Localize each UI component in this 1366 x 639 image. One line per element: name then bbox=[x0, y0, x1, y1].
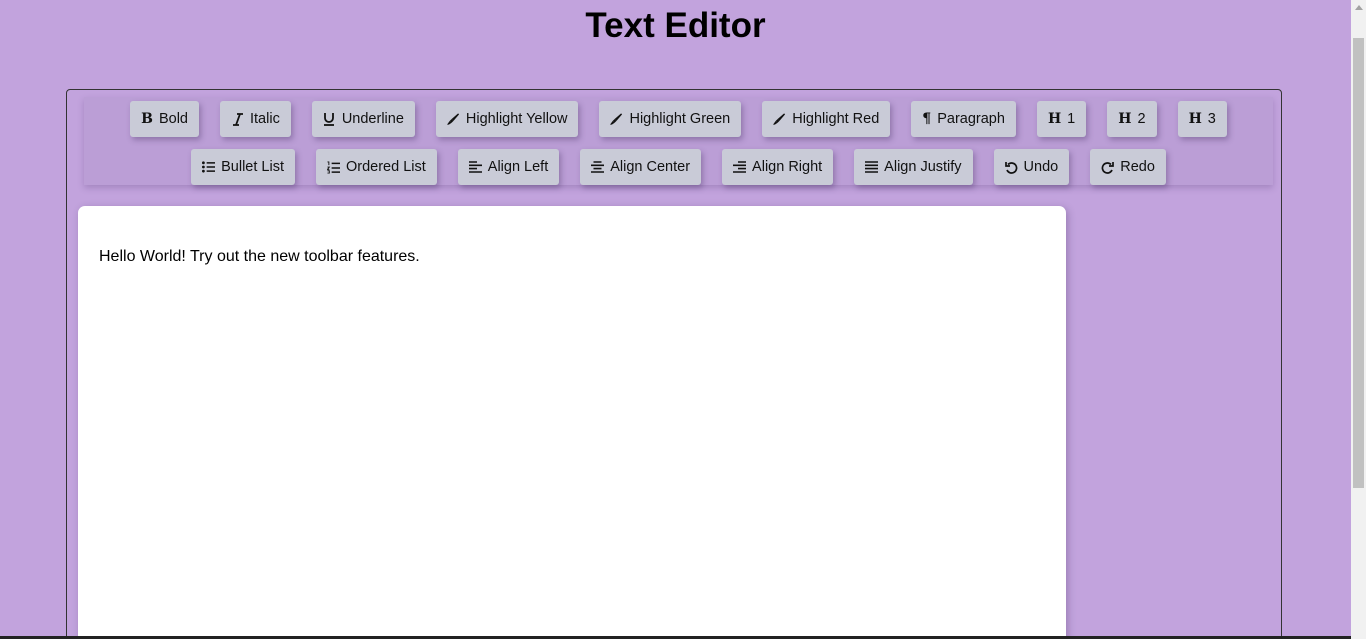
italic-button-label: Italic bbox=[250, 111, 280, 127]
align-justify-label: Align Justify bbox=[884, 159, 962, 175]
toolbar: B Bold Italic Underline Highlight Yellow… bbox=[84, 97, 1273, 185]
bold-button[interactable]: B Bold bbox=[130, 101, 199, 137]
heading-icon: H bbox=[1118, 111, 1132, 127]
redo-icon bbox=[1101, 160, 1115, 174]
underline-icon bbox=[323, 112, 336, 126]
bullet-list-button[interactable]: Bullet List bbox=[191, 149, 295, 185]
align-center-button[interactable]: Align Center bbox=[580, 149, 702, 185]
toolbar-row-1: B Bold Italic Underline Highlight Yellow… bbox=[84, 101, 1273, 137]
underline-button[interactable]: Underline bbox=[311, 101, 415, 137]
highlight-red-label: Highlight Red bbox=[792, 111, 880, 127]
undo-button[interactable]: Undo bbox=[993, 149, 1070, 185]
highlighter-icon bbox=[446, 112, 460, 126]
heading-3-label: 3 bbox=[1207, 111, 1216, 127]
vertical-scrollbar[interactable] bbox=[1351, 0, 1366, 639]
bold-button-label: Bold bbox=[158, 111, 188, 127]
ordered-list-button[interactable]: Ordered List bbox=[315, 149, 437, 185]
paragraph-button[interactable]: ¶ Paragraph bbox=[911, 101, 1016, 137]
align-left-icon bbox=[468, 160, 482, 174]
heading-2-button[interactable]: H 2 bbox=[1107, 101, 1157, 137]
align-right-button[interactable]: Align Right bbox=[722, 149, 834, 185]
align-right-label: Align Right bbox=[752, 159, 823, 175]
highlight-red-button[interactable]: Highlight Red bbox=[762, 101, 891, 137]
highlight-green-label: Highlight Green bbox=[629, 111, 731, 127]
highlight-yellow-label: Highlight Yellow bbox=[465, 111, 568, 127]
heading-1-label: 1 bbox=[1067, 111, 1076, 127]
bullet-list-label: Bullet List bbox=[221, 159, 284, 175]
align-left-button[interactable]: Align Left bbox=[457, 149, 560, 185]
align-justify-icon bbox=[865, 160, 879, 174]
page-title: Text Editor bbox=[585, 6, 766, 45]
paragraph-icon: ¶ bbox=[922, 111, 932, 127]
page: Text Editor B Bold Italic Underline High… bbox=[0, 0, 1366, 639]
align-justify-button[interactable]: Align Justify bbox=[854, 149, 973, 185]
editor-content-area[interactable]: Hello World! Try out the new toolbar fea… bbox=[78, 206, 1066, 639]
toolbar-row-2: Bullet List Ordered List Align Left Alig… bbox=[84, 149, 1273, 185]
heading-3-button[interactable]: H 3 bbox=[1177, 101, 1227, 137]
heading-2-label: 2 bbox=[1137, 111, 1146, 127]
highlighter-icon bbox=[773, 112, 786, 126]
highlight-green-button[interactable]: Highlight Green bbox=[599, 101, 742, 137]
redo-label: Redo bbox=[1120, 159, 1155, 175]
paragraph-button-label: Paragraph bbox=[937, 111, 1005, 127]
align-center-icon bbox=[591, 160, 605, 174]
align-right-icon bbox=[733, 160, 747, 174]
heading-1-button[interactable]: H 1 bbox=[1036, 101, 1087, 137]
ordered-list-icon bbox=[326, 160, 340, 174]
redo-button[interactable]: Redo bbox=[1090, 149, 1166, 185]
highlighter-icon bbox=[610, 112, 623, 126]
underline-button-label: Underline bbox=[341, 111, 404, 127]
italic-icon bbox=[231, 112, 244, 126]
undo-icon bbox=[1004, 160, 1018, 174]
highlight-yellow-button[interactable]: Highlight Yellow bbox=[435, 101, 579, 137]
bullet-list-icon bbox=[202, 160, 216, 174]
scrollbar-thumb[interactable] bbox=[1353, 38, 1364, 488]
scroll-up-icon[interactable] bbox=[1355, 5, 1363, 10]
heading-icon: H bbox=[1047, 111, 1062, 127]
undo-label: Undo bbox=[1023, 159, 1059, 175]
bold-icon: B bbox=[141, 111, 153, 127]
align-center-label: Align Center bbox=[610, 159, 691, 175]
italic-button[interactable]: Italic bbox=[220, 101, 291, 137]
ordered-list-label: Ordered List bbox=[345, 159, 426, 175]
editor-text[interactable]: Hello World! Try out the new toolbar fea… bbox=[99, 248, 420, 266]
heading-icon: H bbox=[1188, 111, 1202, 127]
align-left-label: Align Left bbox=[487, 159, 549, 175]
